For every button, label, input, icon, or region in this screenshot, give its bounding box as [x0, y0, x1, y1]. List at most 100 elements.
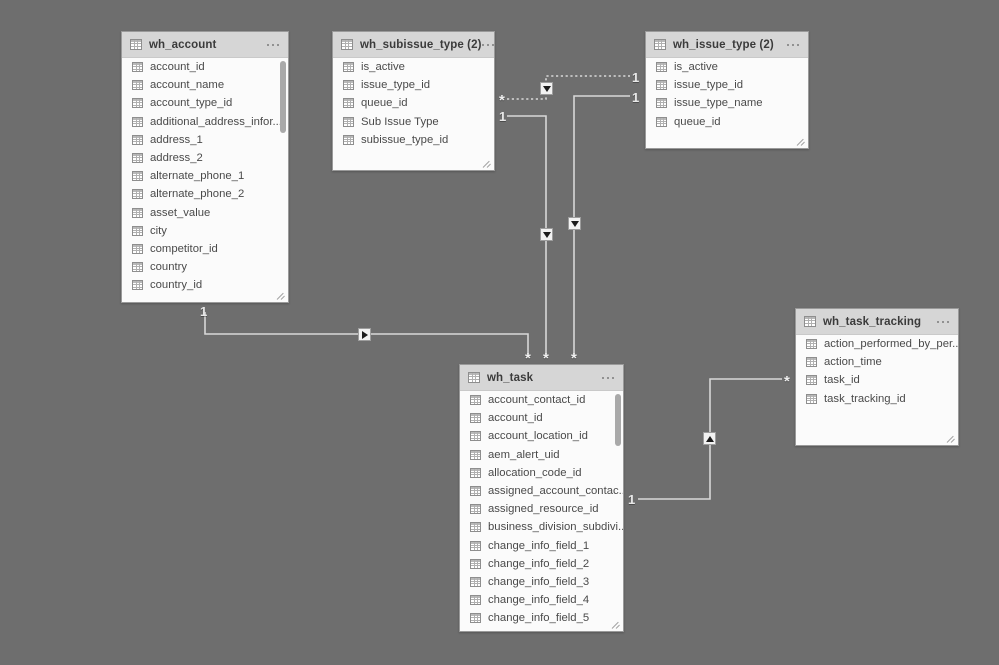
table-field-label: assigned_account_contac...: [488, 485, 623, 498]
table-field-label: queue_id: [361, 97, 408, 110]
table-field-row[interactable]: issue_type_id: [333, 76, 494, 94]
table-field-row[interactable]: issue_type_id: [646, 76, 808, 94]
table-field-row[interactable]: account_id: [122, 58, 288, 76]
table-field-label: change_info_field_4: [488, 594, 590, 607]
table-header-wh_account[interactable]: wh_account: [122, 32, 288, 58]
ellipsis-menu-icon[interactable]: [787, 43, 799, 46]
table-field-row[interactable]: issue_type_name: [646, 94, 808, 112]
table-field-row[interactable]: business_division_subdivi...: [460, 518, 623, 536]
table-card-wh_subissue_type[interactable]: wh_subissue_type (2) is_active issue_type_…: [332, 31, 495, 171]
resize-handle[interactable]: [278, 292, 286, 300]
table-field-row[interactable]: action_time: [796, 353, 958, 371]
table-field-row[interactable]: queue_id: [646, 113, 808, 131]
table-field-row[interactable]: Sub Issue Type: [333, 113, 494, 131]
table-field-label: alternate_phone_1: [150, 170, 245, 183]
table-field-row[interactable]: change_info_field_1: [460, 537, 623, 555]
table-card-wh_task[interactable]: wh_task account_contact_id account_id accou…: [459, 364, 624, 632]
table-header-wh_subissue_type[interactable]: wh_subissue_type (2): [333, 32, 494, 58]
table-field-row[interactable]: address_2: [122, 149, 288, 167]
table-field-row[interactable]: asset_value: [122, 204, 288, 222]
table-field-list-wh_account[interactable]: account_id account_name account_type_id add…: [122, 58, 288, 302]
table-field-list-wh_task[interactable]: account_contact_id account_id account_loca…: [460, 391, 623, 631]
table-field-label: change_info_field_5: [488, 612, 590, 625]
field-icon: [132, 243, 143, 254]
table-field-label: alternate_phone_2: [150, 188, 245, 201]
ellipsis-menu-icon[interactable]: [937, 320, 949, 323]
table-card-wh_task_tracking[interactable]: wh_task_tracking action_performed_by_per.…: [795, 308, 959, 446]
table-field-row[interactable]: account_name: [122, 76, 288, 94]
table-header-wh_issue_type[interactable]: wh_issue_type (2): [646, 32, 808, 58]
table-field-row[interactable]: action_performed_by_per...: [796, 335, 958, 353]
table-field-label: account_contact_id: [488, 394, 586, 407]
table-field-row[interactable]: city: [122, 222, 288, 240]
table-field-row[interactable]: assigned_account_contac...: [460, 482, 623, 500]
field-icon: [806, 339, 817, 350]
table-card-wh_issue_type[interactable]: wh_issue_type (2) is_active issue_type_id i…: [645, 31, 809, 149]
resize-handle[interactable]: [798, 138, 806, 146]
cross-filter-down-icon[interactable]: [568, 217, 581, 230]
table-field-row[interactable]: competitor_id: [122, 240, 288, 258]
cardinality-label: *: [525, 350, 531, 367]
table-field-row[interactable]: allocation_code_id: [460, 464, 623, 482]
table-field-row[interactable]: account_location_id: [460, 427, 623, 445]
table-field-row[interactable]: alternate_phone_2: [122, 185, 288, 203]
table-header-wh_task[interactable]: wh_task: [460, 365, 623, 391]
vertical-scrollbar-thumb[interactable]: [615, 394, 621, 446]
table-field-row[interactable]: task_id: [796, 371, 958, 389]
table-field-row[interactable]: alternate_phone_1: [122, 167, 288, 185]
table-field-row[interactable]: additional_address_infor...: [122, 113, 288, 131]
table-field-label: assigned_resource_id: [488, 503, 599, 516]
table-field-row[interactable]: change_info_field_5: [460, 609, 623, 627]
model-diagram-canvas[interactable]: wh_account account_id account_name account_…: [0, 0, 999, 665]
table-field-list-wh_task_tracking[interactable]: action_performed_by_per... action_timetas…: [796, 335, 958, 445]
table-field-row[interactable]: change_info_field_2: [460, 555, 623, 573]
field-icon: [132, 134, 143, 145]
resize-handle[interactable]: [484, 160, 492, 168]
field-icon: [806, 393, 817, 404]
ellipsis-menu-icon[interactable]: [267, 43, 279, 46]
table-field-row[interactable]: account_contact_id: [460, 391, 623, 409]
cross-filter-down-icon[interactable]: [540, 82, 553, 95]
cross-filter-up-icon[interactable]: [703, 432, 716, 445]
table-field-label: action_time: [824, 356, 882, 369]
table-field-row[interactable]: change_info_field_3: [460, 573, 623, 591]
table-field-row[interactable]: account_id: [460, 409, 623, 427]
ellipsis-menu-icon[interactable]: [481, 43, 494, 46]
table-field-label: change_info_field_2: [488, 557, 590, 570]
table-icon: [341, 39, 353, 50]
field-icon: [470, 486, 481, 497]
field-icon: [132, 153, 143, 164]
table-field-row[interactable]: country: [122, 258, 288, 276]
table-card-wh_account[interactable]: wh_account account_id account_name account_…: [121, 31, 289, 303]
table-header-wh_task_tracking[interactable]: wh_task_tracking: [796, 309, 958, 335]
field-icon: [132, 189, 143, 200]
field-icon: [806, 357, 817, 368]
table-field-label: issue_type_id: [361, 79, 431, 92]
table-field-list-wh_subissue_type[interactable]: is_active issue_type_id queue_id Sub Issue …: [333, 58, 494, 170]
table-field-row[interactable]: subissue_type_id: [333, 131, 494, 149]
table-field-row[interactable]: task_tracking_id: [796, 390, 958, 408]
table-title: wh_account: [149, 38, 217, 51]
table-field-label: is_active: [674, 61, 718, 74]
table-field-row[interactable]: address_1: [122, 131, 288, 149]
field-icon: [132, 207, 143, 218]
table-field-row[interactable]: is_active: [333, 58, 494, 76]
field-icon: [470, 522, 481, 533]
vertical-scrollbar-thumb[interactable]: [280, 61, 286, 133]
table-field-row[interactable]: is_active: [646, 58, 808, 76]
field-icon: [470, 449, 481, 460]
table-field-row[interactable]: account_type_id: [122, 94, 288, 112]
table-field-row[interactable]: aem_alert_uid: [460, 446, 623, 464]
cross-filter-down-icon[interactable]: [540, 228, 553, 241]
resize-handle[interactable]: [948, 435, 956, 443]
table-field-row[interactable]: country_id: [122, 276, 288, 294]
table-field-row[interactable]: queue_id: [333, 94, 494, 112]
field-icon: [656, 80, 667, 91]
ellipsis-menu-icon[interactable]: [602, 376, 614, 379]
table-field-row[interactable]: change_info_field_4: [460, 591, 623, 609]
relationship-subissue-issue: [507, 75, 630, 100]
cross-filter-right-icon[interactable]: [358, 328, 371, 341]
table-field-list-wh_issue_type[interactable]: is_active issue_type_id issue_type_name que…: [646, 58, 808, 148]
resize-handle[interactable]: [613, 621, 621, 629]
table-field-row[interactable]: assigned_resource_id: [460, 500, 623, 518]
